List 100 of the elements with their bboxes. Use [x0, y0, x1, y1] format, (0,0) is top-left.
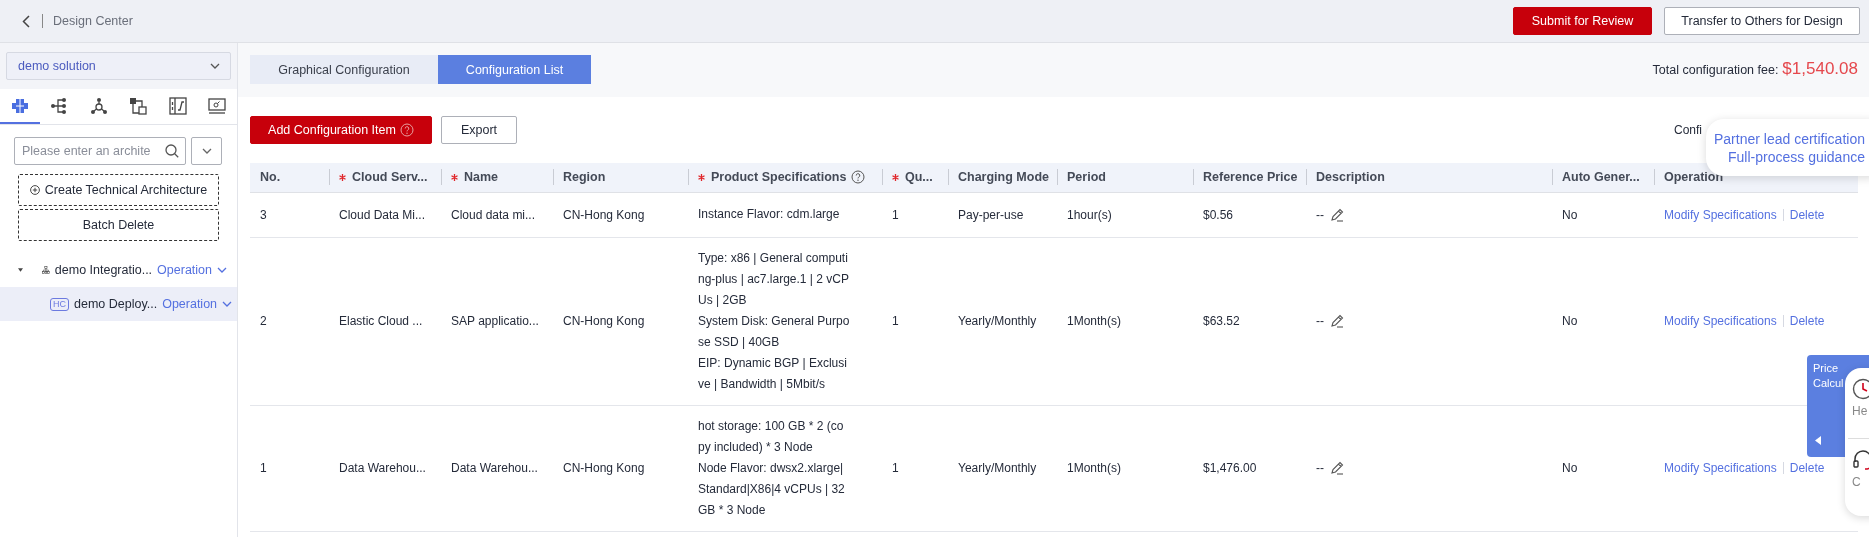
table-cell: CN-Hong Kong: [563, 461, 645, 475]
transfer-button[interactable]: Transfer to Others for Design: [1664, 7, 1860, 35]
operation-menu[interactable]: Operation: [162, 297, 233, 311]
table-cell: --: [1316, 207, 1324, 222]
table-cell: No: [1562, 314, 1578, 328]
add-item-button[interactable]: Add Configuration Item: [250, 116, 432, 144]
table-cell: $0.56: [1203, 207, 1234, 222]
clock-icon: [1852, 378, 1869, 400]
add-circle-icon: [29, 185, 40, 195]
tree-label: demo Deploy...: [74, 297, 158, 311]
chevron-down-icon: [217, 267, 227, 273]
required-mark-icon: [698, 173, 705, 181]
table-cell: $63.52: [1203, 314, 1240, 328]
column-header: Description: [1316, 170, 1385, 185]
batch-delete-button[interactable]: Batch Delete: [18, 209, 219, 241]
table-cell: 2: [260, 314, 267, 328]
modify-link[interactable]: Modify Specifications: [1664, 314, 1777, 328]
spec-text: EIP: Dynamic BGP | Exclusive | Bandwidth | 5Mbit/s: [698, 354, 848, 393]
table-cell: SAP applicatio...: [451, 314, 539, 328]
hierarchy-icon: [42, 263, 50, 277]
export-button[interactable]: Export: [441, 116, 517, 144]
chevron-down-icon: [222, 301, 233, 307]
delete-link[interactable]: Delete: [1789, 461, 1825, 475]
help-icon: [851, 170, 866, 185]
column-header: Charging Mode: [958, 170, 1049, 185]
column-header: Name: [464, 170, 499, 185]
required-mark-icon: [451, 173, 458, 181]
chevron-down-icon: [201, 148, 212, 154]
table-cell: Data Warehou...: [339, 461, 426, 475]
table-cell: Cloud data mi...: [451, 207, 536, 222]
modify-link[interactable]: Modify Specifications: [1664, 207, 1777, 222]
edit-button[interactable]: [1330, 461, 1344, 475]
table-cell: CN-Hong Kong: [563, 207, 645, 222]
panel-title: Price Calcul: [1813, 361, 1845, 391]
table-cell: 1: [892, 461, 899, 475]
view-tab[interactable]: Graphical Configuration: [250, 55, 438, 84]
table-cell: Data Warehou...: [451, 461, 538, 475]
solution-dropdown[interactable]: demo solution: [6, 52, 231, 80]
view-tab[interactable]: Configuration List: [438, 55, 591, 84]
back-icon: [22, 14, 30, 28]
column-header: Reference Price: [1203, 170, 1298, 185]
column-header: Region: [563, 170, 606, 185]
back-button[interactable]: [20, 14, 32, 28]
table-cell: $1,476.00: [1203, 461, 1257, 475]
table-cell: --: [1316, 461, 1324, 475]
table-cell: 1: [892, 207, 899, 222]
column-header: Auto Gener...: [1562, 170, 1640, 185]
chevron-down-icon: [210, 63, 220, 69]
table-cell: Elastic Cloud ...: [339, 314, 423, 328]
delete-link[interactable]: Delete: [1789, 207, 1825, 222]
flow-icon: [129, 96, 148, 115]
table-cell: No: [1562, 461, 1578, 475]
submit-button[interactable]: Submit for Review: [1513, 7, 1652, 35]
column-header: Product Specifications: [711, 170, 847, 185]
pencil-icon: [1330, 461, 1344, 475]
column-header: Qu...: [905, 170, 933, 185]
table-cell: 1Month(s): [1067, 314, 1122, 328]
edit-button[interactable]: [1330, 314, 1344, 328]
spec-text: Type: x86 | General computing-plus | ac7.large.1 | 2 vCPUs | 2GB: [698, 249, 850, 309]
spec-text: hot storage: 100 GB * 2 (copy included) * 3 Node: [698, 417, 845, 456]
cloud-badge: HC: [50, 297, 69, 311]
table-cell: 1hour(s): [1067, 207, 1112, 222]
table-cell: Cloud Data Mi...: [339, 207, 426, 222]
network-icon: [89, 96, 108, 115]
tree-item[interactable]: HC demo Deploy... Operation: [0, 287, 237, 321]
help-panel-item[interactable]: He: [1852, 378, 1869, 436]
delete-link[interactable]: Delete: [1789, 314, 1825, 328]
panel-icon: [168, 96, 187, 115]
architecture-icon: [10, 96, 29, 115]
table-cell: 1: [892, 314, 899, 328]
table-cell: Yearly/Monthly: [958, 314, 1037, 328]
spec-text: Instance Flavor: cdm.large: [698, 206, 841, 223]
edit-button[interactable]: [1330, 207, 1344, 222]
modify-link[interactable]: Modify Specifications: [1664, 461, 1777, 475]
page-title: Design Center: [53, 14, 133, 28]
column-header: No.: [260, 170, 281, 185]
table-cell: No: [1562, 207, 1578, 222]
total-fee-value: $1,540.08: [1782, 59, 1858, 79]
column-header: Period: [1067, 170, 1106, 185]
help-icon: [399, 123, 414, 137]
headset-icon: [1852, 449, 1869, 471]
table-cell: CN-Hong Kong: [563, 314, 645, 328]
create-architecture-button[interactable]: Create Technical Architecture: [18, 174, 219, 206]
table-cell: 1: [260, 461, 267, 475]
tree-item[interactable]: demo Integratio... Operation: [0, 253, 237, 287]
spec-text: System Disk: General Purpose SSD | 40GB: [698, 312, 850, 351]
required-mark-icon: [339, 173, 346, 181]
table-cell: 1Month(s): [1067, 461, 1122, 475]
spec-text: Node Flavor: dwsx2.xlarge|Standard|X86|4 vCPUs | 32 GB * 3 Node: [698, 459, 846, 519]
search-icon: [165, 144, 179, 158]
table-cell: Pay-per-use: [958, 207, 1024, 222]
pencil-icon: [1330, 314, 1344, 328]
tree-label: demo Integratio...: [54, 263, 153, 277]
required-mark-icon: [892, 173, 899, 181]
total-fee-label: Total configuration fee:: [1652, 63, 1779, 77]
operation-menu[interactable]: Operation: [157, 263, 227, 277]
branch-icon: [50, 96, 69, 115]
table-cell: Yearly/Monthly: [958, 461, 1037, 475]
guide-text: Partner lead certification: [1714, 129, 1866, 148]
search-field[interactable]: Please enter an archite: [14, 137, 186, 165]
